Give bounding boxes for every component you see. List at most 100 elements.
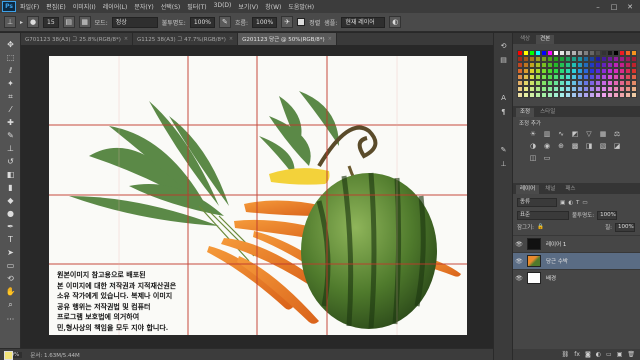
properties-panel-icon[interactable]: ▤ bbox=[498, 55, 509, 65]
lasso-tool-icon[interactable]: ℓ bbox=[4, 65, 17, 76]
menu-item[interactable]: 파일(F) bbox=[20, 2, 39, 11]
layer-name[interactable]: 레이어 1 bbox=[546, 240, 566, 248]
layer-row-2[interactable]: 👁 당근 수박 bbox=[513, 252, 640, 269]
3d-tool-icon[interactable]: ⟲ bbox=[4, 273, 17, 284]
menu-item[interactable]: 필터(T) bbox=[187, 2, 206, 11]
type-tool-icon[interactable]: T bbox=[4, 234, 17, 245]
close-tab-icon[interactable]: × bbox=[328, 36, 332, 42]
document-tab[interactable]: G201123 당근 @ 50%(RGB/8*) × bbox=[238, 33, 337, 45]
fill-field[interactable]: 100% bbox=[615, 222, 635, 232]
color-swatch[interactable] bbox=[631, 92, 637, 98]
add-mask-icon[interactable]: ◙ bbox=[585, 349, 591, 360]
marquee-tool-icon[interactable]: ⬚ bbox=[4, 52, 17, 63]
blur-tool-icon[interactable]: ◆ bbox=[4, 195, 17, 206]
healing-brush-tool-icon[interactable]: ✚ bbox=[4, 117, 17, 128]
clone-source-icon[interactable]: ▦ bbox=[78, 16, 91, 28]
visibility-eye-icon[interactable]: 👁 bbox=[513, 258, 525, 265]
layer-row-1[interactable]: 👁 레이어 1 bbox=[513, 235, 640, 252]
close-tab-icon[interactable]: × bbox=[229, 36, 233, 42]
curves-icon[interactable]: ∿ bbox=[555, 129, 567, 140]
delete-layer-icon[interactable]: 🗑 bbox=[627, 349, 635, 360]
selective-color-icon[interactable]: ◫ bbox=[527, 153, 539, 164]
tool-preset-arrow[interactable]: ▸ bbox=[20, 19, 23, 26]
path-select-tool-icon[interactable]: ➤ bbox=[4, 247, 17, 258]
filter-pixel-icon[interactable]: ▣ bbox=[560, 200, 565, 206]
tab-channels[interactable]: 채널 bbox=[541, 185, 559, 194]
menu-item[interactable]: 3D(D) bbox=[214, 2, 232, 11]
zoom-tool-icon[interactable]: ⌕ bbox=[4, 299, 17, 310]
tab-styles[interactable]: 스타일 bbox=[536, 108, 559, 117]
gradient-map-icon[interactable]: ▭ bbox=[541, 153, 553, 164]
posterize-icon[interactable]: ▧ bbox=[597, 141, 609, 152]
sample-layer-select[interactable]: 현재 레이어 bbox=[341, 16, 386, 28]
quick-select-tool-icon[interactable]: ✦ bbox=[4, 78, 17, 89]
menu-item[interactable]: 레이어(L) bbox=[103, 2, 128, 11]
brush-preset-icon[interactable]: ● bbox=[27, 16, 40, 28]
pressure-opacity-icon[interactable]: ✎ bbox=[218, 16, 231, 28]
flow-field[interactable]: 100% bbox=[252, 16, 278, 28]
shape-tool-icon[interactable]: ▭ bbox=[4, 260, 17, 271]
ignore-adjustment-icon[interactable]: ◐ bbox=[389, 16, 402, 28]
dodge-tool-icon[interactable]: ● bbox=[4, 208, 17, 219]
toggle-brush-panel-icon[interactable]: ▤ bbox=[62, 16, 75, 28]
move-tool-icon[interactable]: ✥ bbox=[4, 39, 17, 50]
paragraph-panel-icon[interactable]: ¶ bbox=[498, 107, 509, 117]
layer-style-icon[interactable]: fx bbox=[574, 349, 580, 360]
color-lookup-icon[interactable]: ▩ bbox=[569, 141, 581, 152]
layer-opacity-field[interactable]: 100% bbox=[597, 210, 618, 220]
levels-icon[interactable]: ▥ bbox=[541, 129, 553, 140]
clone-stamp-tool-icon[interactable]: ⊥ bbox=[4, 143, 17, 154]
document-tab[interactable]: G701123 38(A3) 그 25.8%(RGB/8*) × bbox=[21, 33, 134, 45]
history-brush-tool-icon[interactable]: ↺ bbox=[4, 156, 17, 167]
close-icon[interactable]: ✕ bbox=[626, 3, 634, 11]
close-tab-icon[interactable]: × bbox=[124, 36, 128, 42]
black-white-icon[interactable]: ◑ bbox=[527, 141, 539, 152]
brush-tool-icon[interactable]: ✎ bbox=[4, 130, 17, 141]
maximize-icon[interactable]: □ bbox=[610, 3, 618, 11]
clone-stamp-icon[interactable]: ⊥ bbox=[4, 16, 16, 28]
new-group-icon[interactable]: ▭ bbox=[606, 349, 612, 360]
mode-select[interactable]: 정상 bbox=[111, 16, 158, 28]
swatches-grid[interactable] bbox=[517, 50, 637, 98]
menu-item[interactable]: 이미지(I) bbox=[73, 2, 96, 11]
clone-source-panel-icon[interactable]: ⊥ bbox=[498, 159, 509, 169]
tab-swatches[interactable]: 견본 bbox=[536, 35, 555, 44]
menu-item[interactable]: 편집(E) bbox=[46, 2, 66, 11]
document-tab[interactable]: G1125 38(A3) 그 47.7%(RGB/8*) × bbox=[133, 33, 239, 45]
character-panel-icon[interactable]: A bbox=[498, 93, 509, 103]
hue-saturation-icon[interactable]: ▦ bbox=[597, 129, 609, 140]
tab-layers[interactable]: 레이어 bbox=[516, 185, 540, 194]
menu-item[interactable]: 보기(V) bbox=[238, 2, 258, 11]
filter-type-icon[interactable]: T bbox=[576, 200, 579, 206]
brush-size-field[interactable]: 15 bbox=[43, 16, 59, 28]
tab-color[interactable]: 색상 bbox=[516, 35, 534, 44]
filter-shape-icon[interactable]: ▭ bbox=[582, 200, 587, 206]
airbrush-icon[interactable]: ✈ bbox=[281, 16, 294, 28]
history-panel-icon[interactable]: ⟲ bbox=[498, 41, 509, 51]
color-balance-icon[interactable]: ⚖ bbox=[611, 129, 623, 140]
gradient-tool-icon[interactable]: ▮ bbox=[4, 182, 17, 193]
visibility-eye-icon[interactable]: 👁 bbox=[513, 275, 525, 282]
filter-adjust-icon[interactable]: ◐ bbox=[568, 200, 573, 206]
document-size[interactable]: 문서: 1.63M/5.44M bbox=[30, 351, 80, 359]
menu-item[interactable]: 창(W) bbox=[265, 2, 281, 11]
threshold-icon[interactable]: ◪ bbox=[611, 141, 623, 152]
invert-icon[interactable]: ◨ bbox=[583, 141, 595, 152]
vibrance-icon[interactable]: ▽ bbox=[583, 129, 595, 140]
eyedropper-tool-icon[interactable]: ⁄ bbox=[4, 104, 17, 115]
lock-icon[interactable]: 🔒 bbox=[537, 224, 544, 230]
menu-item[interactable]: 도움말(H) bbox=[288, 2, 314, 11]
menu-item[interactable]: 선택(S) bbox=[161, 2, 181, 11]
opacity-field[interactable]: 100% bbox=[189, 16, 215, 28]
layer-name[interactable]: 배경 bbox=[546, 274, 556, 282]
channel-mixer-icon[interactable]: ⊕ bbox=[555, 141, 567, 152]
aligned-checkbox[interactable] bbox=[297, 18, 306, 26]
visibility-eye-icon[interactable]: 👁 bbox=[513, 241, 525, 248]
link-layers-icon[interactable]: ⛓ bbox=[562, 349, 570, 360]
layer-name[interactable]: 당근 수박 bbox=[546, 257, 568, 265]
brush-panel-icon[interactable]: ✎ bbox=[498, 145, 509, 155]
menu-item[interactable]: 문자(Y) bbox=[134, 2, 153, 11]
eraser-tool-icon[interactable]: ◧ bbox=[4, 169, 17, 180]
crop-tool-icon[interactable]: ⌗ bbox=[4, 91, 17, 102]
photo-filter-icon[interactable]: ◉ bbox=[541, 141, 553, 152]
